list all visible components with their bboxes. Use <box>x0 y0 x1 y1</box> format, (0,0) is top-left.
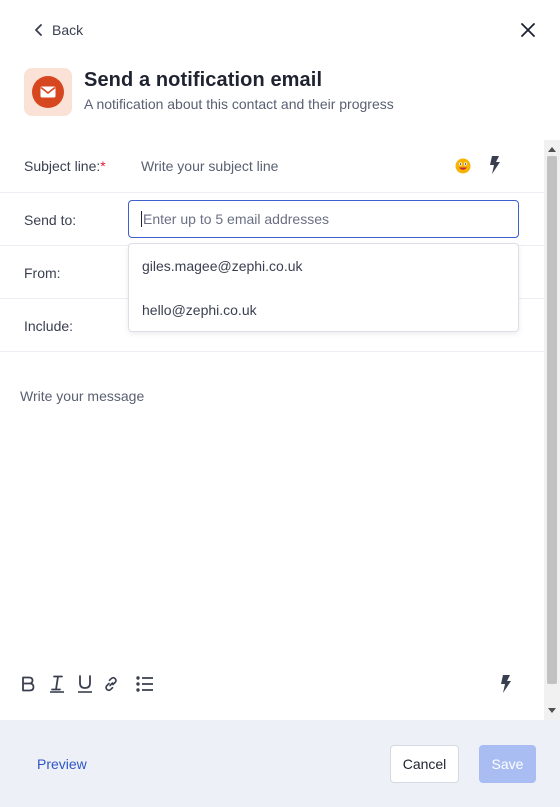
back-label: Back <box>52 22 84 38</box>
underline-button[interactable] <box>75 674 95 694</box>
italic-button[interactable] <box>47 674 67 694</box>
subject-label: Subject line:* <box>24 158 106 174</box>
message-input[interactable]: Write your message <box>20 388 144 404</box>
send-to-row: Send to: Enter up to 5 email addresses <box>0 193 544 246</box>
send-to-input[interactable]: Enter up to 5 email addresses <box>128 200 519 238</box>
bold-icon <box>22 676 35 692</box>
suggestion-item[interactable]: giles.magee@zephi.co.uk <box>129 244 518 288</box>
close-button[interactable] <box>518 20 538 40</box>
link-button[interactable] <box>101 674 121 694</box>
message-bolt-button[interactable] <box>496 674 516 694</box>
chevron-left-icon <box>35 24 42 36</box>
link-icon <box>105 676 117 692</box>
cancel-button[interactable]: Cancel <box>390 745 459 783</box>
preview-link[interactable]: Preview <box>37 756 87 772</box>
subject-input[interactable]: Write your subject line <box>141 158 278 174</box>
send-to-placeholder: Enter up to 5 email addresses <box>143 211 329 227</box>
bolt-icon <box>501 675 511 693</box>
email-type-badge <box>24 68 72 116</box>
modal-footer: Preview Cancel Save <box>0 720 560 807</box>
underline-icon <box>78 675 92 693</box>
bolt-icon[interactable] <box>488 156 502 174</box>
scroll-up-arrow[interactable] <box>547 144 557 154</box>
close-icon <box>521 23 535 37</box>
send-notification-email-modal: Back Send a notification email A notific… <box>0 0 560 807</box>
text-caret <box>141 211 142 227</box>
required-mark: * <box>100 158 106 174</box>
modal-subtitle: A notification about this contact and th… <box>84 96 394 112</box>
bold-button[interactable] <box>18 674 38 694</box>
from-label: From: <box>24 265 61 281</box>
back-button[interactable]: Back <box>34 20 83 40</box>
send-to-label: Send to: <box>24 212 77 228</box>
suggestion-item[interactable]: hello@zephi.co.uk <box>129 288 518 332</box>
subject-row: Subject line:* Write your subject line <box>0 140 544 193</box>
italic-icon <box>50 675 64 693</box>
emoji-icon[interactable] <box>455 158 471 174</box>
include-label: Include: <box>24 318 74 334</box>
scroll-down-arrow[interactable] <box>547 705 557 715</box>
scrollbar-thumb[interactable] <box>547 156 557 684</box>
bullet-list-icon <box>136 676 153 692</box>
save-button[interactable]: Save <box>479 745 536 783</box>
email-suggestions-dropdown: giles.magee@zephi.co.uk hello@zephi.co.u… <box>128 243 519 332</box>
bullet-list-button[interactable] <box>135 674 155 694</box>
modal-title: Send a notification email <box>84 69 323 91</box>
envelope-icon <box>32 76 64 108</box>
